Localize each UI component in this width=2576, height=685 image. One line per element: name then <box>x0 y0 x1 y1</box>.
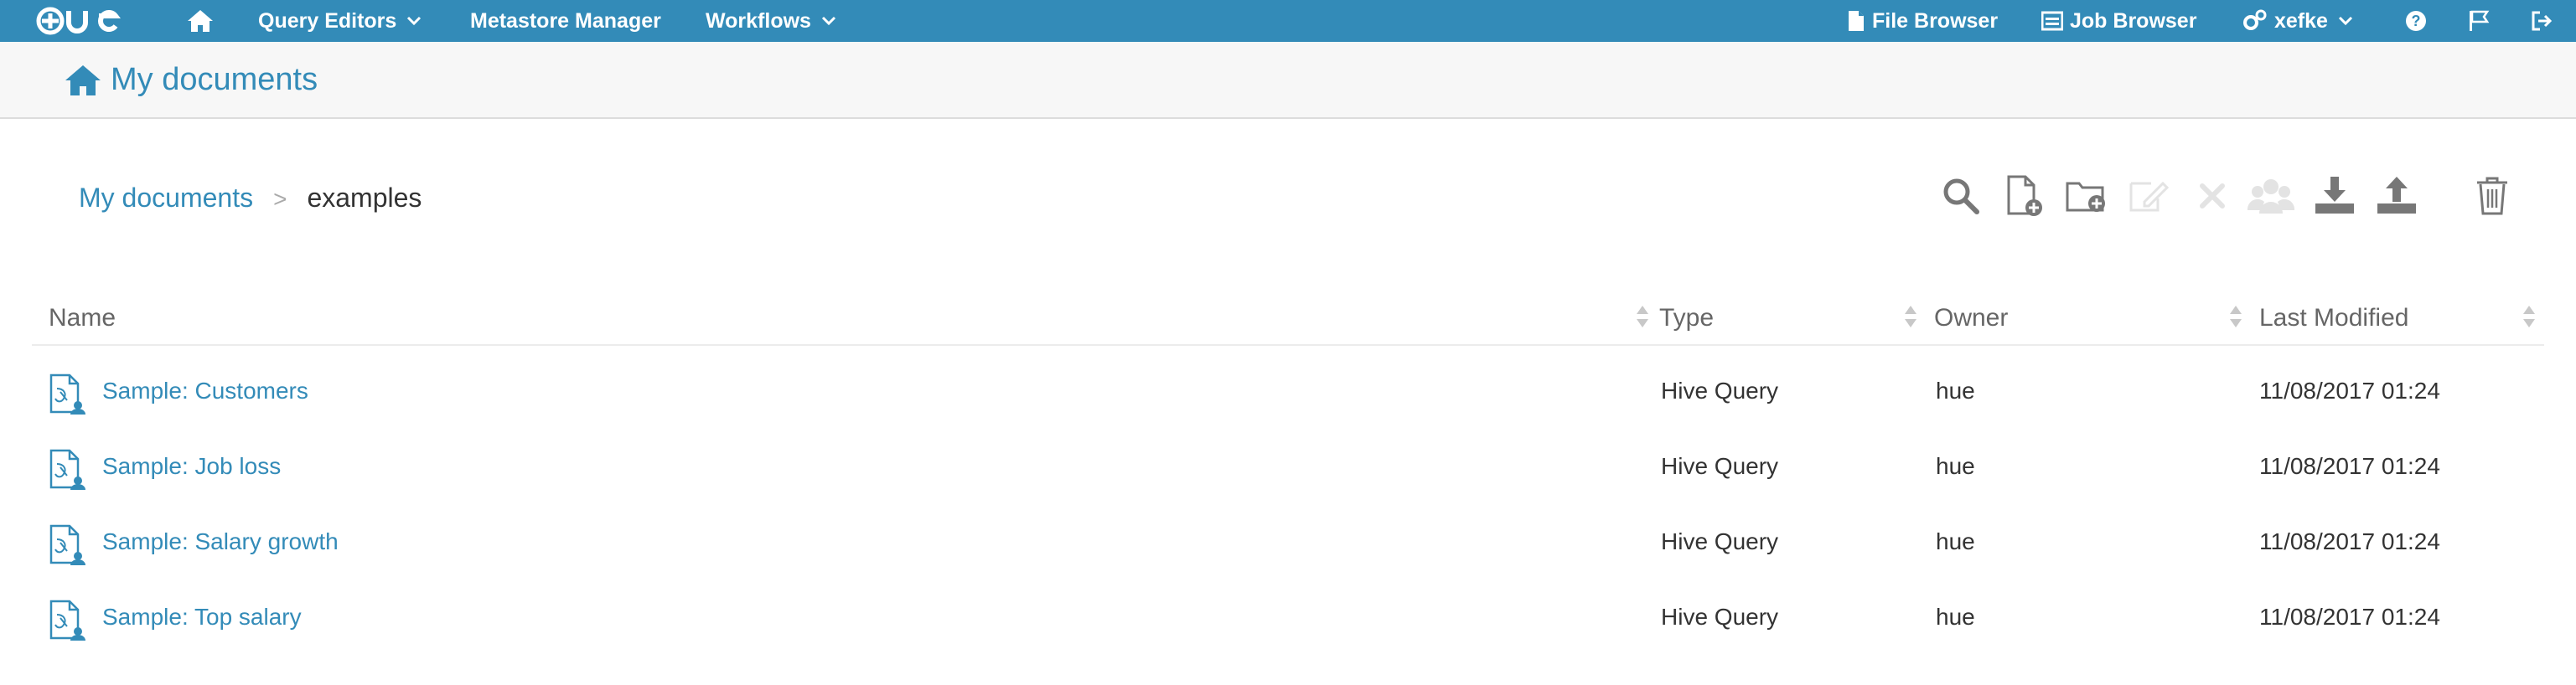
hive-query-document-icon <box>49 373 87 420</box>
breadcrumb-current: examples <box>307 183 422 213</box>
metastore-label: Metastore Manager <box>470 8 661 33</box>
document-name-link[interactable]: Sample: Top salary <box>102 600 302 635</box>
document-last-modified: 11/08/2017 01:24 <box>2259 378 2440 404</box>
page-title: My documents <box>111 62 318 97</box>
home-nav-button[interactable] <box>186 0 215 42</box>
hue-logo[interactable] <box>35 5 132 37</box>
sort-icon[interactable] <box>1904 304 1917 333</box>
sort-icon[interactable] <box>1636 304 1649 333</box>
new-document-icon <box>2005 174 2044 222</box>
job-list-icon <box>2041 11 2063 31</box>
edit-icon <box>2128 177 2170 219</box>
home-icon <box>64 64 102 101</box>
page-header: My documents <box>0 42 2576 119</box>
document-type: Hive Query <box>1661 604 1779 630</box>
hive-query-document-icon <box>49 449 87 495</box>
table-row[interactable]: Sample: Job loss Hive Query hue 11/08/20… <box>0 430 2576 506</box>
search-button[interactable] <box>1939 174 1983 221</box>
help-icon: ? <box>2405 10 2427 32</box>
document-last-modified: 11/08/2017 01:24 <box>2259 453 2440 479</box>
breadcrumb-root[interactable]: My documents <box>79 183 253 213</box>
document-type: Hive Query <box>1661 453 1779 479</box>
upload-icon <box>2376 175 2418 221</box>
flag-button[interactable] <box>2467 0 2491 42</box>
table-row[interactable]: Sample: Customers Hive Query hue 11/08/2… <box>0 355 2576 430</box>
document-name-link[interactable]: Sample: Salary growth <box>102 524 339 559</box>
breadcrumb: My documents > examples <box>79 179 422 218</box>
new-folder-icon <box>2065 177 2108 219</box>
workflows-label: Workflows <box>706 8 811 33</box>
home-icon <box>186 8 215 33</box>
job-browser-link[interactable]: Job Browser <box>2041 0 2196 42</box>
table-row[interactable]: Sample: Top salary Hive Query hue 11/08/… <box>0 581 2576 657</box>
svg-text:?: ? <box>2412 13 2421 29</box>
upload-button[interactable] <box>2375 174 2418 221</box>
document-owner: hue <box>1936 528 1975 554</box>
hive-query-document-icon <box>49 600 87 646</box>
trash-button[interactable] <box>2470 174 2514 221</box>
new-document-button[interactable] <box>2003 174 2046 221</box>
flag-icon <box>2467 9 2491 33</box>
file-browser-label: File Browser <box>1872 8 1999 33</box>
chevron-down-icon <box>406 16 422 26</box>
document-last-modified: 11/08/2017 01:24 <box>2259 604 2440 630</box>
document-name-link[interactable]: Sample: Customers <box>102 373 308 409</box>
file-browser-link[interactable]: File Browser <box>1847 0 1998 42</box>
document-owner: hue <box>1936 604 1975 630</box>
document-name-link[interactable]: Sample: Job loss <box>102 449 281 484</box>
edit-button[interactable] <box>2127 174 2170 221</box>
job-browser-label: Job Browser <box>2070 8 2197 33</box>
chevron-down-icon <box>2338 16 2353 26</box>
top-navbar: Query Editors Metastore Manager Workflow… <box>0 0 2576 42</box>
logout-button[interactable] <box>2531 0 2554 42</box>
column-header-last-modified[interactable]: Last Modified <box>2259 300 2408 337</box>
chevron-down-icon <box>821 16 836 26</box>
delete-button[interactable] <box>2191 174 2234 221</box>
user-menu[interactable]: xefke <box>2242 0 2353 42</box>
username-label: xefke <box>2274 8 2328 33</box>
hive-query-document-icon <box>49 524 87 570</box>
sort-icon[interactable] <box>2229 304 2242 333</box>
table-row[interactable]: Sample: Salary growth Hive Query hue 11/… <box>0 506 2576 581</box>
download-icon <box>2314 175 2356 221</box>
column-header-name[interactable]: Name <box>49 300 116 337</box>
help-button[interactable]: ? <box>2405 0 2427 42</box>
search-icon <box>1942 177 1980 219</box>
breadcrumb-separator: > <box>273 186 287 212</box>
new-folder-button[interactable] <box>2065 174 2108 221</box>
download-button[interactable] <box>2313 174 2356 221</box>
sign-out-icon <box>2531 10 2554 32</box>
document-last-modified: 11/08/2017 01:24 <box>2259 528 2440 554</box>
column-header-type[interactable]: Type <box>1659 300 1714 337</box>
file-icon <box>1847 9 1865 33</box>
document-type: Hive Query <box>1661 528 1779 554</box>
workflows-menu[interactable]: Workflows <box>706 0 836 42</box>
query-editors-label: Query Editors <box>258 8 397 33</box>
column-header-owner[interactable]: Owner <box>1934 300 2008 337</box>
query-editors-menu[interactable]: Query Editors <box>258 0 422 42</box>
cogs-icon <box>2242 9 2268 33</box>
document-type: Hive Query <box>1661 378 1779 404</box>
document-owner: hue <box>1936 378 1975 404</box>
delete-x-icon <box>2197 181 2227 215</box>
share-button[interactable] <box>2247 174 2295 221</box>
header-divider <box>32 344 2544 346</box>
metastore-manager-link[interactable]: Metastore Manager <box>470 0 661 42</box>
sort-icon[interactable] <box>2522 304 2536 333</box>
share-icon <box>2247 177 2295 219</box>
trash-icon <box>2475 176 2510 220</box>
document-owner: hue <box>1936 453 1975 479</box>
